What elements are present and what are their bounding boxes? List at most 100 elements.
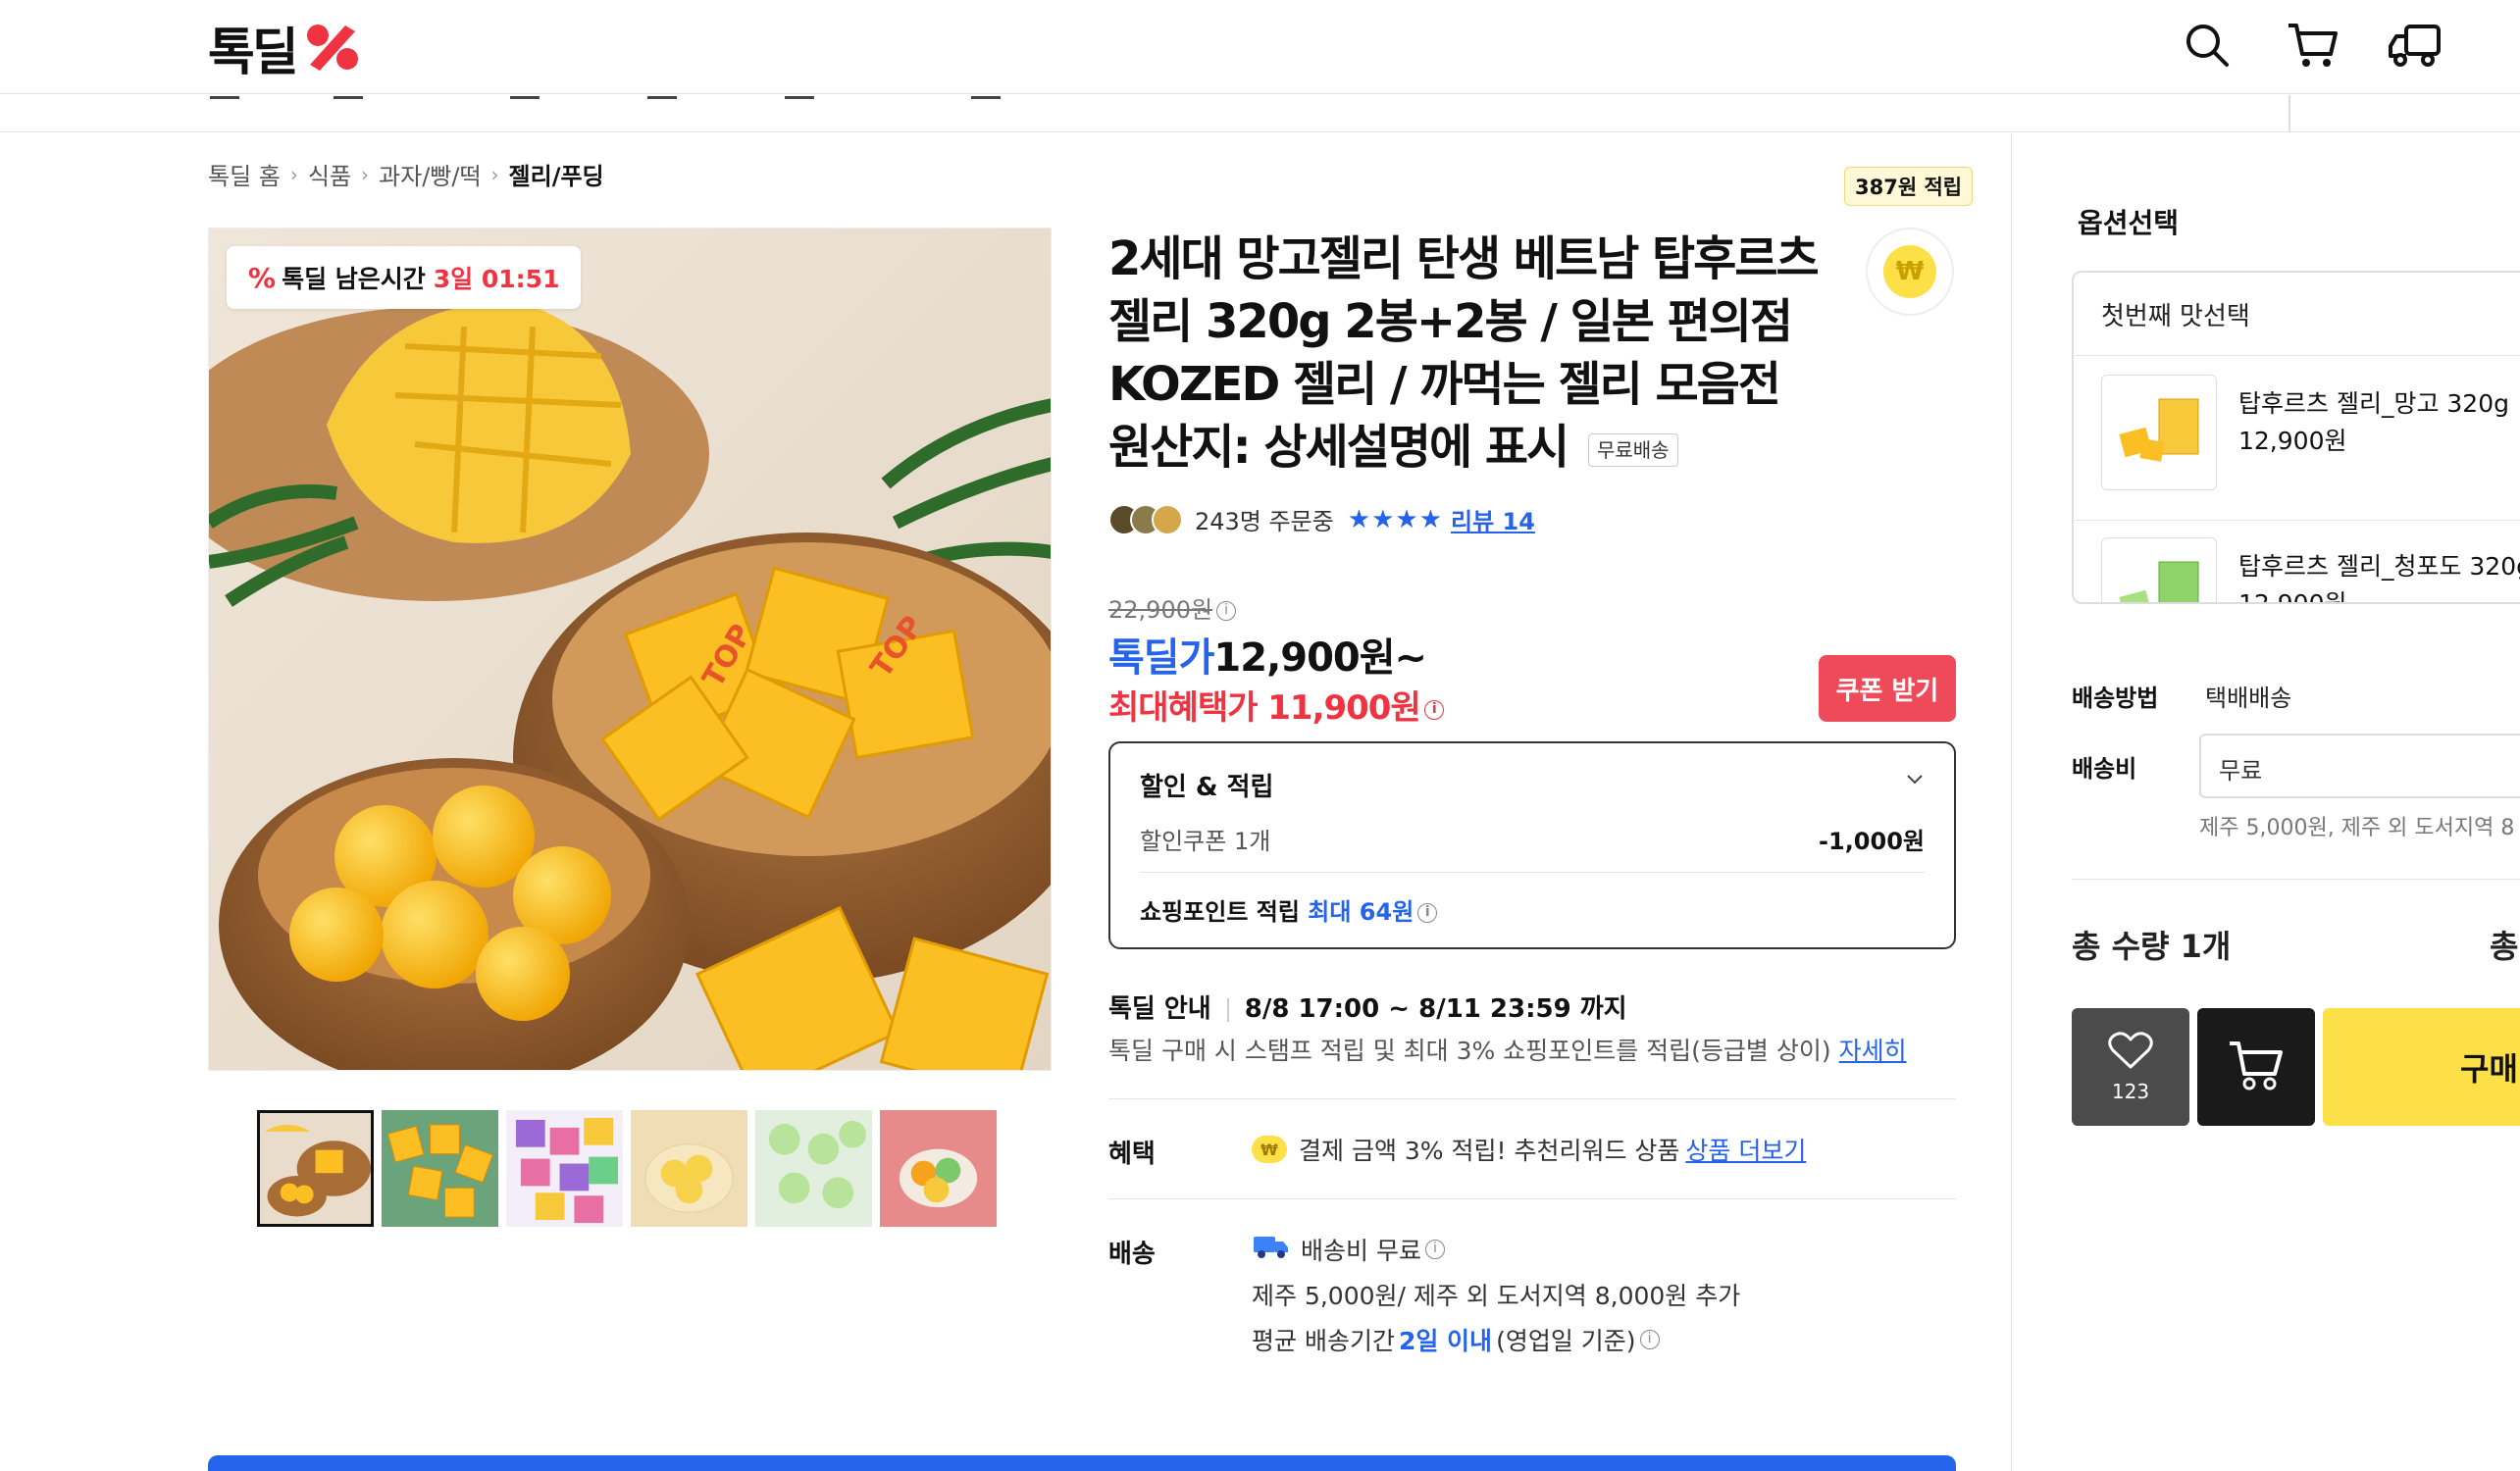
breadcrumb-food[interactable]: 식품: [308, 157, 351, 191]
deal-detail-link[interactable]: 자세히: [1839, 1037, 1907, 1065]
nav-item[interactable]: [210, 95, 239, 99]
option-thumbnail: [2101, 537, 2217, 602]
option-thumbnail: [2101, 375, 2217, 490]
option-item-green-grape[interactable]: 탑후르츠 젤리_청포도 320g 12,900원: [2101, 537, 2520, 604]
deal-price: 톡딜가12,900원~: [1108, 626, 1427, 683]
more-products-link[interactable]: 상품 더보기: [1685, 1132, 1806, 1167]
info-icon[interactable]: i: [1216, 601, 1237, 621]
chevron-right-icon: ›: [289, 162, 298, 186]
chevron-right-icon: ›: [361, 162, 370, 186]
blue-banner-bar[interactable]: [208, 1455, 1956, 1471]
thumbnail-5[interactable]: [755, 1110, 872, 1227]
benefit-text: 결제 금액 3% 적립! 추천리워드 상품: [1299, 1137, 1680, 1165]
nav-item[interactable]: [334, 95, 363, 99]
chevron-down-icon[interactable]: [1905, 769, 1925, 788]
breadcrumb-home[interactable]: 톡딜 홈: [208, 157, 281, 191]
deal-desc-text: 톡딜 구매 시 스탬프 적립 및 최대 3% 쇼핑포인트를 적립(등급별 상이): [1108, 1037, 1831, 1065]
total-price-label: 총: [2490, 928, 2519, 965]
mango-jelly-photo: TOP TOP: [209, 228, 1051, 1070]
buy-button[interactable]: 구매: [2323, 1008, 2520, 1126]
talkdeal-logo[interactable]: 톡딜: [208, 20, 363, 82]
coupon-discount-row: 할인쿠폰 1개 -1,000원: [1140, 822, 1925, 873]
deal-timer-badge: % 톡딜 남은시간 3일 01:51: [227, 246, 582, 309]
cart-icon[interactable]: [2282, 14, 2344, 76]
thumbnail-6[interactable]: [880, 1110, 997, 1227]
add-to-cart-button[interactable]: [2197, 1008, 2315, 1126]
nav-item[interactable]: [647, 95, 677, 99]
divider: [1226, 997, 1229, 1022]
points-tooltip: 387원 적립: [1844, 167, 1974, 206]
deal-price-value: 12,900원~: [1213, 635, 1427, 681]
category-nav-bar: [0, 95, 2520, 132]
avg-shipping-label: 평균 배송기간: [1252, 1327, 1395, 1355]
truck-icon: [1252, 1233, 1291, 1266]
ship-method-label: 배송방법: [2072, 685, 2159, 712]
avg-shipping-value: 2일 이내: [1398, 1327, 1493, 1355]
option-price: 12,900원: [2238, 589, 2347, 604]
max-benefit-value: 11,900원: [1267, 688, 1420, 728]
coupon-discount-value: -1,000원: [1819, 828, 1925, 855]
nav-item[interactable]: [510, 95, 540, 99]
delivery-truck-icon[interactable]: [2384, 14, 2446, 76]
benefit-label: 혜택: [1108, 1140, 1156, 1169]
avg-shipping-suffix: (영업일 기준): [1496, 1327, 1636, 1355]
coupon-count: 할인쿠폰 1개: [1140, 828, 1271, 855]
buyer-avatars: [1108, 503, 1183, 535]
panel-divider: [2011, 133, 2012, 1471]
option-price: 12,900원: [2238, 427, 2347, 455]
discount-points-box[interactable]: 할인 & 적립 할인쿠폰 1개 -1,000원 쇼핑포인트 적립 최대 64원 i: [1108, 741, 1956, 949]
nav-item[interactable]: [785, 95, 814, 99]
benefit-row: ₩ 결제 금액 3% 적립! 추천리워드 상품 상품 더보기: [1252, 1132, 1806, 1167]
deal-period: 8/8 17:00 ~ 8/11 23:59 까지: [1244, 994, 1627, 1024]
original-price: 22,900원 i: [1108, 590, 1237, 625]
ship-fee-select[interactable]: 무료: [2199, 734, 2520, 798]
points-value: 최대 64원: [1308, 898, 1414, 926]
divider: [2074, 520, 2520, 521]
top-header: 톡딜: [0, 0, 2520, 94]
option-select-head[interactable]: 첫번째 맛선택: [2101, 296, 2250, 332]
shopping-points-row: 쇼핑포인트 적립 최대 64원 i: [1140, 892, 1438, 927]
nav-item[interactable]: [971, 95, 1001, 99]
thumbnail-1[interactable]: [257, 1110, 374, 1227]
chevron-right-icon: ›: [490, 162, 499, 186]
max-benefit-price: 최대혜택가 11,900원 i: [1108, 681, 1444, 729]
review-link[interactable]: 리뷰 14: [1451, 502, 1535, 536]
divider: [1108, 1098, 1956, 1099]
deal-info-label: 톡딜 안내: [1108, 994, 1211, 1024]
logo-text: 톡딜: [208, 23, 299, 82]
deal-info-row: 톡딜 안내 8/8 17:00 ~ 8/11 23:59 까지: [1108, 989, 1627, 1025]
info-icon[interactable]: i: [1639, 1330, 1660, 1349]
option-item-mango[interactable]: 탑후르츠 젤리_망고 320g 12,900원: [2101, 375, 2520, 502]
info-icon[interactable]: i: [1424, 1240, 1445, 1259]
thumbnail-4[interactable]: [631, 1110, 747, 1227]
get-coupon-button[interactable]: 쿠폰 받기: [1819, 655, 1956, 722]
heart-icon: [2108, 1031, 2153, 1074]
discount-box-title: 할인 & 적립: [1140, 773, 1274, 802]
shipping-fee-text: 배송비 무료: [1301, 1237, 1421, 1265]
like-button[interactable]: 123: [2072, 1008, 2189, 1126]
won-coin-icon: ₩: [1252, 1136, 1287, 1163]
points-coin-button[interactable]: ₩: [1866, 228, 1954, 316]
avatar: [1152, 503, 1183, 535]
breadcrumb-current[interactable]: 젤리/푸딩: [509, 157, 604, 191]
shipping-fee-row: 배송비 무료 i: [1252, 1232, 1445, 1267]
info-icon[interactable]: i: [1423, 699, 1444, 720]
deal-description: 톡딜 구매 시 스탬프 적립 및 최대 3% 쇼핑포인트를 적립(등급별 상이)…: [1108, 1032, 1907, 1067]
original-price-value: 22,900원: [1108, 596, 1213, 624]
sort-select[interactable]: [2289, 95, 2520, 131]
order-rating-row: 243명 주문중 ★★★★ 리뷰 14: [1108, 502, 1535, 536]
divider: [2074, 355, 2520, 356]
shipping-extra-row: 제주 5,000원/ 제주 외 도서지역 8,000원 추가: [1252, 1277, 1740, 1312]
ship-method-value: 택배배송: [2205, 685, 2292, 712]
thumbnail-list: [257, 1110, 997, 1227]
breadcrumb: 톡딜 홈 › 식품 › 과자/빵/떡 › 젤리/푸딩: [208, 157, 604, 191]
thumbnail-3[interactable]: [506, 1110, 623, 1227]
breadcrumb-snacks[interactable]: 과자/빵/떡: [379, 157, 482, 191]
info-icon[interactable]: i: [1417, 903, 1438, 923]
product-title: 2세대 망고젤리 탄생 베트남 탑후르츠 젤리 320g 2봉+2봉 / 일본 …: [1108, 228, 1825, 479]
shipping-label: 배송: [1108, 1240, 1156, 1269]
main-product-image[interactable]: TOP TOP % 톡딜 남은시간 3일 01:51: [208, 228, 1052, 1071]
divider: [1108, 1198, 1956, 1199]
thumbnail-2[interactable]: [382, 1110, 498, 1227]
search-icon[interactable]: [2176, 14, 2238, 76]
